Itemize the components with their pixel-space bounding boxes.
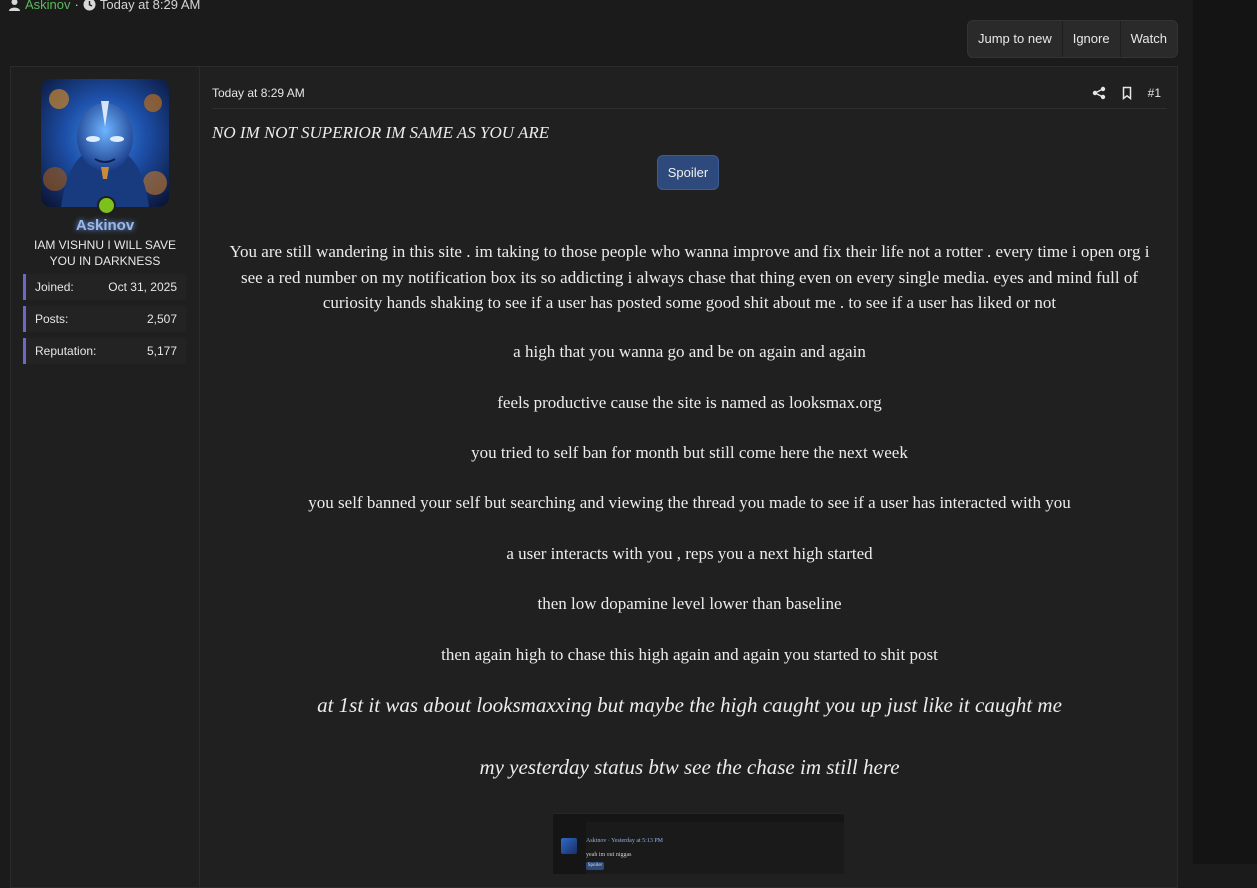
user-title: IAM VISHNU I WILL SAVE YOU IN DARKNESS [33,238,177,268]
watch-button[interactable]: Watch [1121,21,1177,57]
thread-author-link[interactable]: Askinov [25,0,71,12]
thread-action-bar: Jump to new Ignore Watch [967,20,1178,58]
stat-value: 5,177 [146,344,177,358]
thread-meta: Askinov · Today at 8:29 AM [8,0,200,13]
message-line: then low dopamine level lower than basel… [537,594,842,613]
screenshot-text: yeah im out niggas [586,852,632,858]
stat-value[interactable]: 2,507 [147,312,177,326]
message-paragraph: You are still wandering in this site . i… [229,242,1150,312]
message-line: a high that you wanna go and be on again… [513,342,866,361]
screenshot-post: Askinov · Yesterday at 5:13 PM yeah im o… [561,822,844,874]
share-icon[interactable] [1092,86,1106,100]
message-attribution: Today at 8:29 AM #1 [212,77,1167,109]
spoiler-button[interactable]: Spoiler [657,155,719,190]
user-icon [8,0,21,11]
right-gutter [1193,0,1257,864]
embedded-screenshot-image[interactable]: Askinov · Yesterday at 5:13 PM yeah im o… [553,813,844,874]
main-column: Askinov · Today at 8:29 AM Jump to new I… [0,0,1193,888]
screenshot-spoiler-button: Spoiler [586,862,604,870]
stat-label: Posts: [35,312,69,326]
screenshot-avatar [561,838,577,854]
message-first-line: NO IM NOT SUPERIOR IM SAME AS YOU ARE [212,123,550,142]
bookmark-icon[interactable] [1120,86,1134,100]
clock-icon [83,0,96,11]
stat-label: Joined: [35,280,74,294]
stat-label: Reputation: [35,344,97,358]
thread-date[interactable]: Today at 8:29 AM [100,0,200,12]
user-stat-joined: Joined: Oct 31, 2025 [23,274,186,300]
message-line: you self banned your self but searching … [308,493,1071,512]
message-cell: Today at 8:29 AM #1 NO IM NOT SUPERIOR I… [200,67,1177,887]
avatar[interactable] [41,79,169,207]
stat-value: Oct 31, 2025 [108,280,177,294]
message-line: then again high to chase this high again… [441,645,938,664]
online-status-icon [97,196,116,215]
message-line: a user interacts with you , reps you a n… [506,544,873,563]
screenshot-username: Askinov · Yesterday at 5:13 PM [586,838,664,844]
user-stat-posts: Posts: 2,507 [23,306,186,332]
message-large-line: my yesterday status btw see the chase im… [479,755,900,779]
jump-to-new-button[interactable]: Jump to new [968,21,1063,57]
post-date[interactable]: Today at 8:29 AM [212,86,305,100]
ignore-button[interactable]: Ignore [1063,21,1121,57]
message-line: you tried to self ban for month but stil… [471,443,908,462]
message-line: feels productive cause the site is named… [497,393,882,412]
meta-separator: · [74,0,79,12]
message-tools: #1 [1092,86,1161,100]
post: Askinov IAM VISHNU I WILL SAVE YOU IN DA… [10,66,1178,888]
post-username[interactable]: Askinov [11,217,199,234]
post-number-link[interactable]: #1 [1148,86,1161,100]
post-user-cell: Askinov IAM VISHNU I WILL SAVE YOU IN DA… [11,67,200,887]
message-large-line: at 1st it was about looksmaxxing but may… [317,693,1062,717]
user-stat-reputation: Reputation: 5,177 [23,338,186,364]
